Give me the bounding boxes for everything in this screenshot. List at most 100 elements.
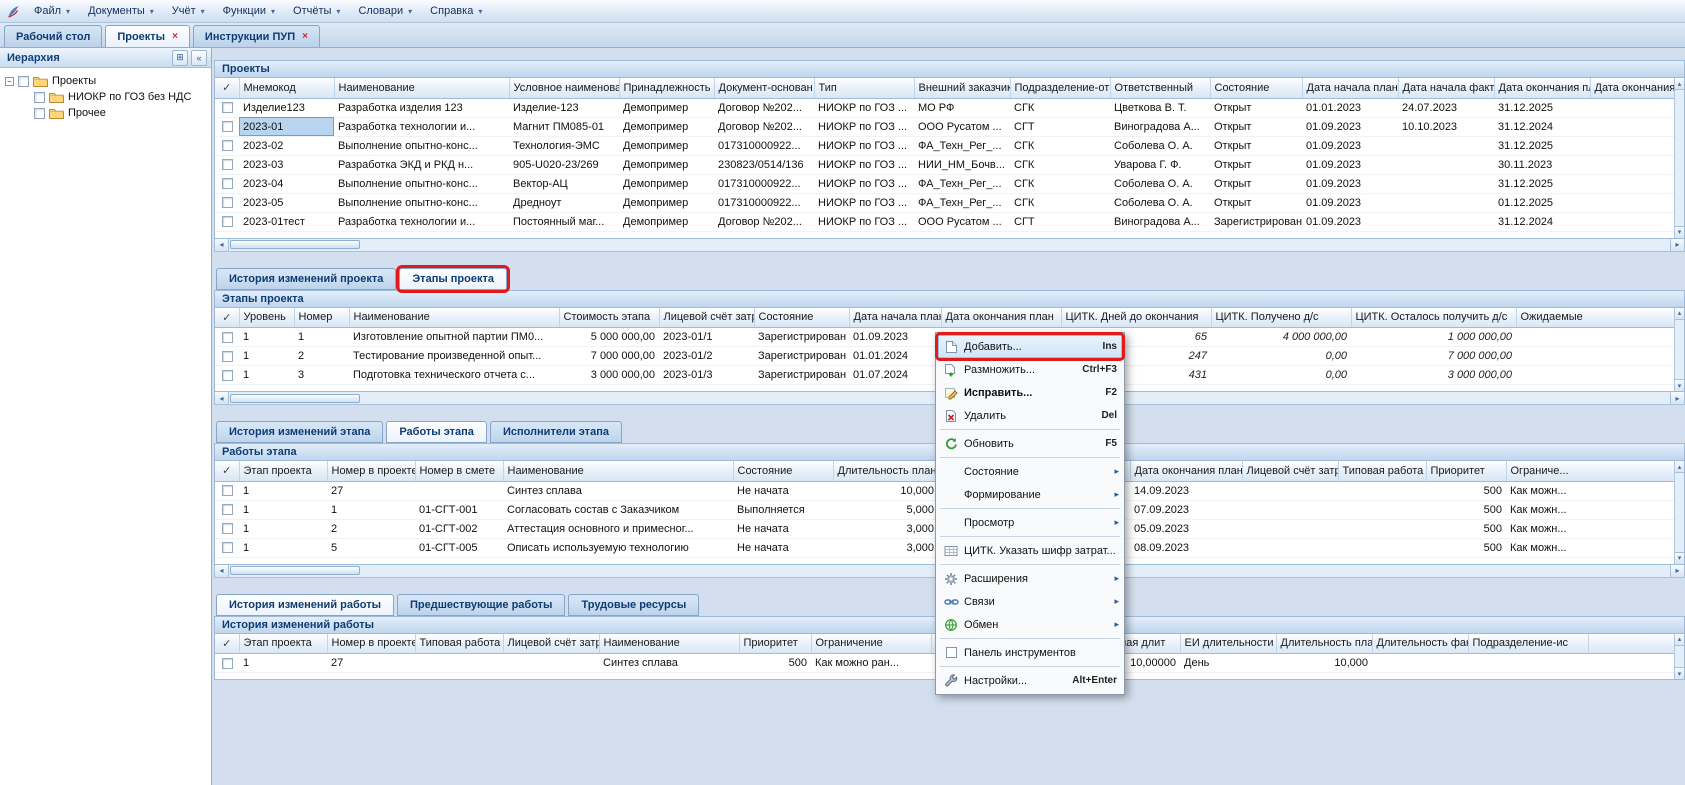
table-cell[interactable]: Технология-ЭМС	[509, 136, 619, 155]
column-header[interactable]: Длительность фак	[1372, 634, 1468, 654]
table-cell[interactable]: МО РФ	[914, 98, 1010, 117]
table-cell[interactable]: НИОКР по ГОЗ ...	[814, 212, 914, 231]
table-cell[interactable]: 017310000922...	[714, 174, 814, 193]
grid-view-icon[interactable]: ⊞	[172, 50, 188, 66]
menubar-item-1[interactable]: Документы▾	[79, 2, 163, 20]
scroll-up-icon[interactable]: ▴	[1675, 78, 1684, 90]
column-header[interactable]: Состояние	[733, 461, 833, 481]
table-cell[interactable]: Изделие-123	[509, 98, 619, 117]
scroll-thumb[interactable]	[230, 240, 360, 249]
table-cell[interactable]: Разработка технологии и...	[334, 117, 509, 136]
table-row[interactable]: 2023-03Разработка ЭКД и РКД н...905-U020…	[215, 155, 1685, 174]
v-scrollbar[interactable]: ▴▾	[1674, 461, 1684, 564]
table-cell[interactable]	[1590, 136, 1685, 155]
table-cell[interactable]: Не начата	[733, 519, 833, 538]
table-row[interactable]: 2023-04Выполнение опытно-конс...Вектор-А…	[215, 174, 1685, 193]
menubar-item-0[interactable]: Файл▾	[25, 2, 79, 20]
table-cell[interactable]: 2023-05	[239, 193, 334, 212]
tree-node[interactable]: −Проекты	[3, 73, 208, 89]
table-cell[interactable]: Как можн...	[1506, 519, 1685, 538]
table-cell[interactable]: 7 000 000,00	[1351, 347, 1516, 366]
section-tab[interactable]: История изменений проекта	[216, 268, 396, 290]
table-cell[interactable]: Подготовка технического отчета с...	[349, 366, 559, 385]
table-cell[interactable]: НИОКР по ГОЗ ...	[814, 174, 914, 193]
context-menu-item[interactable]: Расширения▸	[938, 567, 1122, 590]
column-header[interactable]: Ограниче...	[1506, 461, 1685, 481]
section-tab[interactable]: Трудовые ресурсы	[568, 594, 699, 616]
tree-checkbox[interactable]	[18, 76, 29, 87]
menubar-item-6[interactable]: Справка▾	[421, 2, 491, 20]
section-tab[interactable]: Предшествующие работы	[397, 594, 565, 616]
scroll-down-icon[interactable]: ▾	[1675, 552, 1684, 564]
table-cell[interactable]: 01.09.2023	[1302, 155, 1398, 174]
table-cell[interactable]: Демопример	[619, 193, 714, 212]
scroll-down-icon[interactable]: ▾	[1675, 226, 1684, 238]
column-header[interactable]: ЦИТК. Дней до окончания	[1061, 308, 1211, 328]
context-menu-item[interactable]: Настройки...Alt+Enter	[938, 669, 1122, 692]
table-cell[interactable]: НИИ_НМ_Бочв...	[914, 155, 1010, 174]
table-row[interactable]: 2023-02Выполнение опытно-конс...Технолог…	[215, 136, 1685, 155]
table-cell[interactable]	[1516, 328, 1685, 347]
table-cell[interactable]: СГК	[1010, 98, 1110, 117]
table-cell[interactable]: Синтез сплава	[599, 654, 739, 673]
window-tab[interactable]: Инструкции ПУП×	[193, 25, 320, 47]
column-header[interactable]: Тип	[814, 78, 914, 98]
table-cell[interactable]: Соболева О. А.	[1110, 174, 1210, 193]
context-menu-item[interactable]: УдалитьDel	[938, 404, 1122, 427]
table-cell[interactable]: 10.10.2023	[1398, 117, 1494, 136]
column-header[interactable]: Длительность пла	[1276, 634, 1372, 654]
table-cell[interactable]: Разработка ЭКД и РКД н...	[334, 155, 509, 174]
context-menu-item[interactable]: ЦИТК. Указать шифр затрат...	[938, 539, 1122, 562]
table-cell[interactable]: 5	[327, 538, 415, 557]
table-cell[interactable]	[1338, 519, 1426, 538]
menubar-item-3[interactable]: Функции▾	[214, 2, 284, 20]
row-checkbox[interactable]	[222, 216, 233, 227]
table-cell[interactable]: 1	[239, 538, 327, 557]
row-checkbox[interactable]	[222, 351, 233, 362]
table-cell[interactable]	[1338, 481, 1426, 500]
table-cell[interactable]: Открыт	[1210, 193, 1302, 212]
table-cell[interactable]: 3,000	[833, 519, 938, 538]
column-header[interactable]: Документ-основан	[714, 78, 814, 98]
table-cell[interactable]: СГК	[1010, 174, 1110, 193]
column-header[interactable]: Состояние	[1210, 78, 1302, 98]
scroll-thumb[interactable]	[230, 394, 360, 403]
table-cell[interactable]: Демопример	[619, 98, 714, 117]
table-cell[interactable]: 01.09.2023	[1302, 212, 1398, 231]
column-header[interactable]: Лицевой счёт затр	[1242, 461, 1338, 481]
table-cell[interactable]: ФА_Техн_Рег_...	[914, 136, 1010, 155]
table-cell[interactable]	[1372, 654, 1468, 673]
table-cell[interactable]: Зарегистрирован	[754, 347, 849, 366]
column-header[interactable]: ЦИТК. Осталось получить д/с	[1351, 308, 1516, 328]
table-row[interactable]: Изделие123Разработка изделия 123Изделие-…	[215, 98, 1685, 117]
table-cell[interactable]: 500	[1426, 500, 1506, 519]
table-cell[interactable]: 2	[294, 347, 349, 366]
table-cell[interactable]: 7 000 000,00	[559, 347, 659, 366]
row-checkbox[interactable]	[222, 485, 233, 496]
table-cell[interactable]: Аттестация основного и примесног...	[503, 519, 733, 538]
table-cell[interactable]	[1590, 174, 1685, 193]
column-header[interactable]: Лицевой счёт затрат.	[659, 308, 754, 328]
table-cell[interactable]: Не начата	[733, 481, 833, 500]
table-cell[interactable]: 24.07.2023	[1398, 98, 1494, 117]
table-cell[interactable]: Разработка изделия 123	[334, 98, 509, 117]
scroll-left-icon[interactable]: ◂	[215, 392, 229, 404]
table-cell[interactable]: Синтез сплава	[503, 481, 733, 500]
table-cell[interactable]	[1590, 155, 1685, 174]
table-cell[interactable]: 10,000	[833, 481, 938, 500]
context-menu-item[interactable]: Обмен▸	[938, 613, 1122, 636]
column-header[interactable]: Условное наименова	[509, 78, 619, 98]
table-cell[interactable]: Демопример	[619, 136, 714, 155]
column-header[interactable]: Номер в проекте	[327, 461, 415, 481]
column-header[interactable]: Этап проекта	[239, 634, 327, 654]
table-cell[interactable]: Изготовление опытной партии ПМ0...	[349, 328, 559, 347]
column-header[interactable]: Дата начала план.	[1302, 78, 1398, 98]
table-cell[interactable]: 31.12.2025	[1494, 98, 1590, 117]
table-cell[interactable]: 3 000 000,00	[1351, 366, 1516, 385]
row-checkbox[interactable]	[222, 140, 233, 151]
table-cell[interactable]: Тестирование произведенной опыт...	[349, 347, 559, 366]
table-cell[interactable]: Договор №202...	[714, 212, 814, 231]
table-cell[interactable]: Открыт	[1210, 98, 1302, 117]
table-cell[interactable]: 1	[239, 366, 294, 385]
table-cell[interactable]: НИОКР по ГОЗ ...	[814, 98, 914, 117]
